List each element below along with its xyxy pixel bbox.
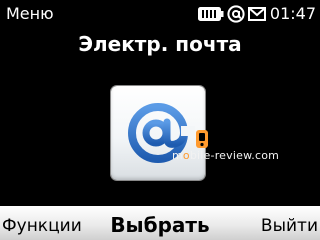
status-icons: 01:47 <box>197 4 316 23</box>
watermark-text: mobile-review.com <box>172 150 279 162</box>
status-bar: Меню 01:47 <box>0 0 320 28</box>
softkey-bar: Функции Выбрать Выйти <box>0 206 320 240</box>
email-at-icon <box>128 103 195 163</box>
watermark-phone-icon <box>196 130 208 148</box>
watermark-suffix: bile-review.com <box>189 149 280 162</box>
clock: 01:47 <box>269 4 316 23</box>
battery-icon <box>197 7 224 21</box>
menu-label: Меню <box>6 4 54 23</box>
email-app-tile[interactable] <box>111 86 205 180</box>
exit-softkey[interactable]: Выйти <box>261 216 318 236</box>
page-title: Электр. почта <box>78 32 242 56</box>
watermark-accent: o <box>182 149 190 162</box>
watermark-prefix: m <box>172 149 183 162</box>
mail-icon <box>247 7 266 21</box>
at-icon <box>227 5 245 23</box>
